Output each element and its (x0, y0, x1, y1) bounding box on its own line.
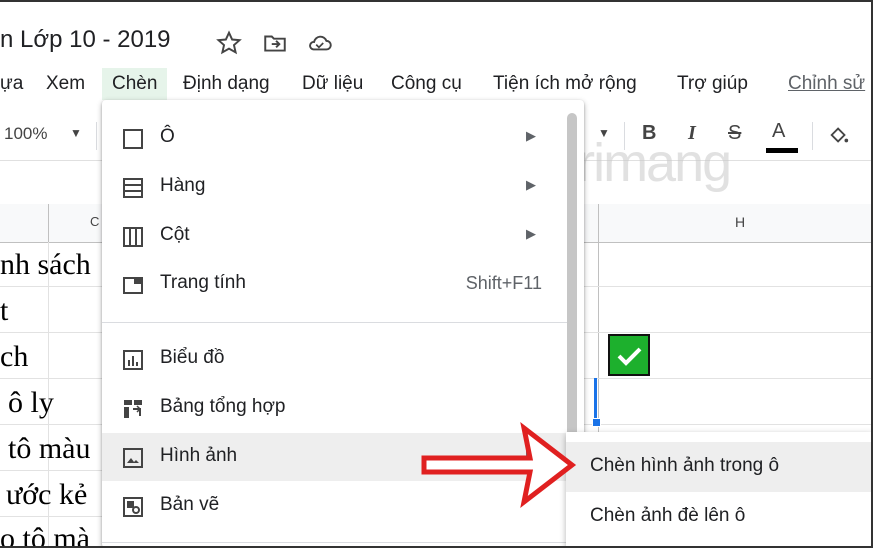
menu-extensions[interactable]: Tiện ích mở rộng (493, 68, 637, 100)
submenu-item-label: Chèn ảnh đè lên ô (590, 505, 746, 526)
drawing-icon (123, 497, 143, 517)
cell-icon (123, 129, 143, 149)
menu-help[interactable]: Trợ giúp (677, 68, 748, 100)
text-color-swatch (766, 148, 798, 153)
keyboard-shortcut: Shift+F11 (465, 273, 542, 293)
cell-text[interactable]: ch (0, 340, 28, 374)
menu-item-label: Bản vẽ (160, 494, 220, 515)
submenu-item-label: Chèn hình ảnh trong ô (590, 455, 780, 476)
chart-icon (123, 350, 143, 370)
menu-bar: ựa Xem Chèn Định dạng Dữ liệu Công cụ Ti… (0, 68, 873, 100)
menu-data[interactable]: Dữ liệu (302, 68, 363, 100)
submenu-arrow-icon: ▶ (526, 226, 536, 241)
cell-text[interactable]: tô màu (8, 432, 91, 466)
menu-separator (102, 542, 572, 543)
menu-item-cells[interactable]: Ô ▶ (102, 114, 572, 162)
menu-insert[interactable]: Chèn (102, 68, 168, 100)
last-edit-link[interactable]: Chỉnh sử (788, 68, 865, 100)
cell-text[interactable]: t (0, 294, 8, 328)
menu-item-columns[interactable]: Cột ▶ (102, 212, 572, 260)
cell-text[interactable]: o tô mà (0, 522, 90, 548)
screenshot-frame: n Lớp 10 - 2019 ựa Xem Chèn Định dạng Dữ… (0, 0, 873, 548)
column-header-c[interactable]: C (90, 214, 99, 229)
grid-line (48, 204, 49, 242)
row-icon (123, 178, 143, 198)
fill-handle[interactable] (592, 418, 601, 427)
star-icon[interactable] (216, 30, 242, 56)
zoom-select[interactable]: 100% (4, 124, 47, 144)
cloud-saved-icon[interactable] (306, 30, 332, 56)
insert-image-over-cells[interactable]: Chèn ảnh đè lên ô (566, 492, 873, 542)
submenu-arrow-icon: ▶ (526, 177, 536, 192)
frame-border (0, 0, 873, 2)
zoom-dropdown-icon[interactable]: ▼ (70, 126, 82, 140)
column-header-h[interactable]: H (735, 214, 745, 230)
menu-item-chart[interactable]: Biểu đồ (102, 335, 572, 383)
text-color-button[interactable]: A (772, 120, 785, 143)
cell-text[interactable]: nh sách (0, 248, 91, 282)
menu-item-label: Cột (160, 224, 190, 245)
menu-item-label: Trang tính (160, 272, 246, 293)
menu-item-label: Bảng tổng hợp (160, 396, 286, 417)
annotation-arrow-icon (421, 421, 577, 509)
pivot-table-icon (124, 400, 142, 418)
menu-separator (102, 322, 572, 323)
toolbar-separator (96, 122, 97, 150)
menu-item-label: Hàng (160, 175, 206, 196)
menu-item-sheet[interactable]: Trang tính Shift+F11 (102, 260, 572, 308)
menu-view[interactable]: Xem (46, 68, 85, 100)
image-icon (123, 448, 143, 468)
fill-color-icon[interactable] (828, 124, 850, 151)
menu-format[interactable]: Định dạng (183, 68, 270, 100)
toolbar-separator (812, 122, 813, 150)
document-title[interactable]: n Lớp 10 - 2019 (0, 26, 171, 54)
check-icon (617, 347, 642, 366)
submenu-arrow-icon: ▶ (526, 128, 536, 143)
checked-checkbox[interactable] (608, 334, 650, 376)
selected-cell-border (594, 378, 597, 422)
image-submenu: Chèn hình ảnh trong ô Chèn ảnh đè lên ô (566, 432, 873, 548)
column-icon (123, 227, 143, 247)
menu-edit[interactable]: ựa (0, 68, 23, 100)
move-folder-icon[interactable] (262, 30, 288, 56)
menu-item-rows[interactable]: Hàng ▶ (102, 163, 572, 211)
cell-text[interactable]: ước kẻ (6, 478, 87, 512)
menu-item-label: Hình ảnh (160, 445, 238, 466)
menu-tools[interactable]: Công cụ (391, 68, 462, 100)
cell-text[interactable]: ô ly (8, 386, 54, 420)
menu-item-label: Biểu đồ (160, 347, 225, 368)
menu-item-label: Ô (160, 126, 175, 147)
sheet-icon (123, 277, 143, 294)
insert-image-in-cell[interactable]: Chèn hình ảnh trong ô (566, 442, 873, 492)
